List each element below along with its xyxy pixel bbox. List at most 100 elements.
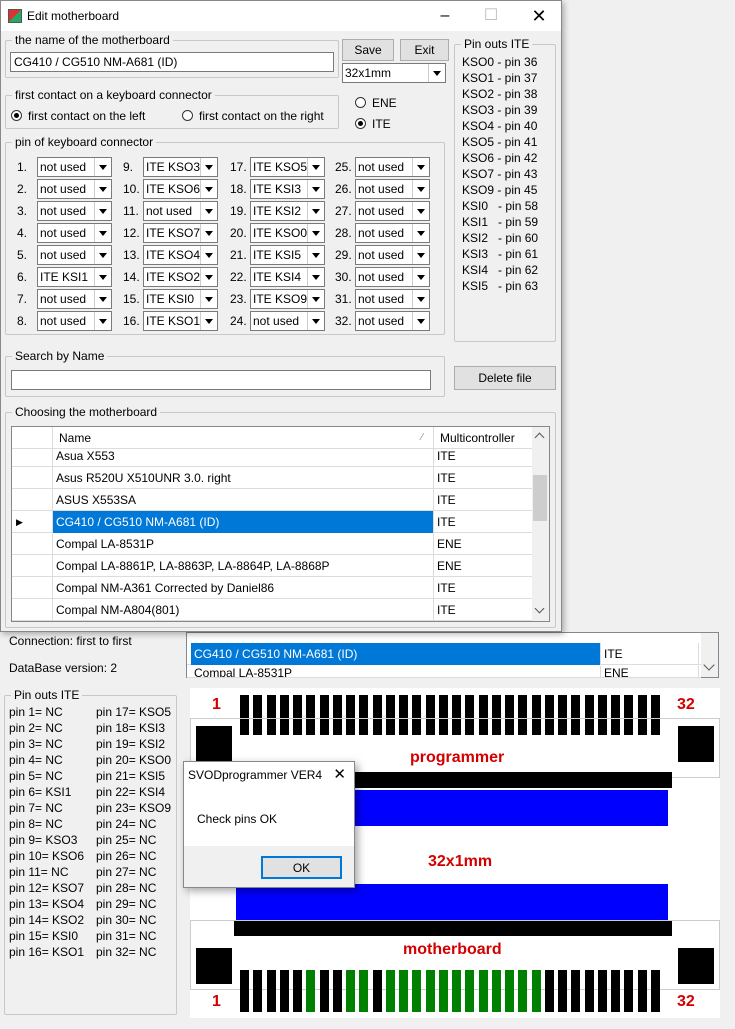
contact-right-label[interactable]: first contact on the right	[199, 109, 324, 123]
pin-select[interactable]: not used	[355, 223, 430, 243]
row-name-cell[interactable]: Compal LA-8861P, LA-8863P, LA-8864P, LA-…	[53, 555, 434, 577]
chevron-down-icon[interactable]	[307, 268, 324, 286]
contact-right-radio[interactable]	[182, 110, 193, 121]
pin-select[interactable]: not used	[37, 311, 112, 331]
chevron-down-icon[interactable]	[200, 158, 217, 176]
row-header-cell[interactable]	[12, 489, 53, 511]
row-name-cell[interactable]: ASUS X553SA	[53, 489, 434, 511]
row-multicontroller-cell[interactable]: ITE	[434, 577, 533, 599]
row-name-cell[interactable]: Compal LA-8531P	[53, 533, 434, 555]
row-multicontroller-cell[interactable]: ITE	[434, 599, 533, 621]
pin-select[interactable]: not used	[37, 223, 112, 243]
delete-file-button[interactable]: Delete file	[454, 366, 556, 390]
table-row[interactable]: ▶ CG410 / CG510 NM-A681 (ID) ITE	[12, 511, 533, 533]
pin-select[interactable]: not used	[37, 179, 112, 199]
chevron-down-icon[interactable]	[412, 290, 429, 308]
pin-select[interactable]: ITE KSO0	[250, 223, 325, 243]
row-header-cell[interactable]	[12, 599, 53, 621]
pin-select[interactable]: ITE KSI5	[250, 245, 325, 265]
row-multicontroller-cell[interactable]: ITE	[434, 489, 533, 511]
chevron-down-icon[interactable]	[200, 202, 217, 220]
pin-select[interactable]: ITE KSO4	[143, 245, 218, 265]
row-header-cell[interactable]	[12, 555, 53, 577]
chevron-down-icon[interactable]	[307, 290, 324, 308]
ite-radio[interactable]	[355, 118, 366, 129]
exit-button[interactable]: Exit	[400, 39, 449, 61]
pin-select[interactable]: not used	[355, 201, 430, 221]
row-name-cell[interactable]: CG410 / CG510 NM-A681 (ID)	[53, 511, 434, 533]
chevron-down-icon[interactable]	[412, 312, 429, 330]
chevron-down-icon[interactable]	[307, 312, 324, 330]
pin-select[interactable]: not used	[37, 245, 112, 265]
pin-select[interactable]: ITE KSO9	[250, 289, 325, 309]
chevron-down-icon[interactable]	[703, 659, 715, 671]
chevron-down-icon[interactable]	[200, 268, 217, 286]
row-multicontroller-cell[interactable]: ITE	[434, 445, 533, 467]
pin-select[interactable]: ITE KSO5	[250, 157, 325, 177]
chevron-up-icon[interactable]	[534, 432, 545, 443]
chevron-down-icon[interactable]	[307, 158, 324, 176]
pin-select[interactable]: not used	[143, 201, 218, 221]
pin-select[interactable]: ITE KSI4	[250, 267, 325, 287]
chevron-down-icon[interactable]	[94, 224, 111, 242]
contact-left-radio[interactable]	[11, 110, 22, 121]
chevron-down-icon[interactable]	[94, 246, 111, 264]
contact-left-label[interactable]: first contact on the left	[28, 109, 145, 123]
chevron-down-icon[interactable]	[200, 224, 217, 242]
background-selected-row[interactable]: CG410 / CG510 NM-A681 (ID) ITE	[187, 643, 701, 665]
chevron-down-icon[interactable]	[307, 224, 324, 242]
background-next-row[interactable]: Compal LA-8531P ENE	[187, 666, 701, 678]
pin-select[interactable]: ITE KSI1	[37, 267, 112, 287]
close-button[interactable]: ✕	[516, 1, 562, 31]
background-list-scrollbar[interactable]	[701, 633, 718, 677]
chevron-down-icon[interactable]	[94, 268, 111, 286]
pin-select[interactable]: not used	[355, 311, 430, 331]
pin-select[interactable]: ITE KSO1	[143, 311, 218, 331]
row-header-cell[interactable]	[12, 533, 53, 555]
minimize-button[interactable]: –	[422, 1, 468, 31]
chevron-down-icon[interactable]	[412, 224, 429, 242]
chevron-down-icon[interactable]	[412, 158, 429, 176]
table-scrollbar[interactable]	[532, 427, 549, 621]
message-box-titlebar[interactable]: SVODprogrammer VER4 ✕	[184, 762, 354, 788]
chevron-down-icon[interactable]	[412, 180, 429, 198]
pin-select[interactable]: not used	[355, 157, 430, 177]
row-name-cell[interactable]: Asua X553	[53, 445, 434, 467]
chevron-down-icon[interactable]	[94, 290, 111, 308]
chevron-down-icon[interactable]	[412, 202, 429, 220]
ene-label[interactable]: ENE	[372, 96, 397, 110]
row-multicontroller-cell[interactable]: ITE	[434, 467, 533, 489]
pin-select[interactable]: ITE KSO2	[143, 267, 218, 287]
chevron-down-icon[interactable]	[307, 246, 324, 264]
pin-select[interactable]: ITE KSI2	[250, 201, 325, 221]
dialog-titlebar[interactable]: Edit motherboard – ☐ ✕	[1, 1, 561, 31]
chevron-down-icon[interactable]	[428, 64, 445, 82]
chevron-down-icon[interactable]	[94, 202, 111, 220]
pin-select[interactable]: not used	[37, 289, 112, 309]
row-header-cell[interactable]	[12, 577, 53, 599]
ene-radio[interactable]	[355, 97, 366, 108]
chevron-down-icon[interactable]	[534, 603, 545, 614]
row-name-cell[interactable]: Asus R520U X510UNR 3.0. right	[53, 467, 434, 489]
chevron-down-icon[interactable]	[200, 180, 217, 198]
chevron-down-icon[interactable]	[412, 246, 429, 264]
table-row[interactable]: ASUS X553SA ITE	[12, 489, 533, 511]
chevron-down-icon[interactable]	[200, 246, 217, 264]
pin-select[interactable]: not used	[37, 201, 112, 221]
table-row[interactable]: Asua X553 ITE	[12, 445, 533, 467]
pin-select[interactable]: not used	[250, 311, 325, 331]
motherboard-name-input[interactable]: CG410 / CG510 NM-A681 (ID)	[10, 52, 334, 72]
row-name-cell[interactable]: Compal NM-A361 Corrected by Daniel86	[53, 577, 434, 599]
save-button[interactable]: Save	[342, 39, 394, 61]
table-row[interactable]: Compal NM-A361 Corrected by Daniel86 ITE	[12, 577, 533, 599]
pin-select[interactable]: ITE KSO3	[143, 157, 218, 177]
pin-select[interactable]: not used	[355, 179, 430, 199]
close-icon[interactable]: ✕	[333, 765, 346, 783]
search-input[interactable]	[11, 370, 431, 390]
row-header-cell[interactable]	[12, 445, 53, 467]
table-row[interactable]: Asus R520U X510UNR 3.0. right ITE	[12, 467, 533, 489]
ok-button[interactable]: OK	[261, 856, 342, 879]
motherboard-table[interactable]: Name ⁄ Multicontroller Asua X553 ITE Asus …	[11, 426, 550, 622]
pin-select[interactable]: ITE KSI3	[250, 179, 325, 199]
pin-select[interactable]: ITE KSO6	[143, 179, 218, 199]
